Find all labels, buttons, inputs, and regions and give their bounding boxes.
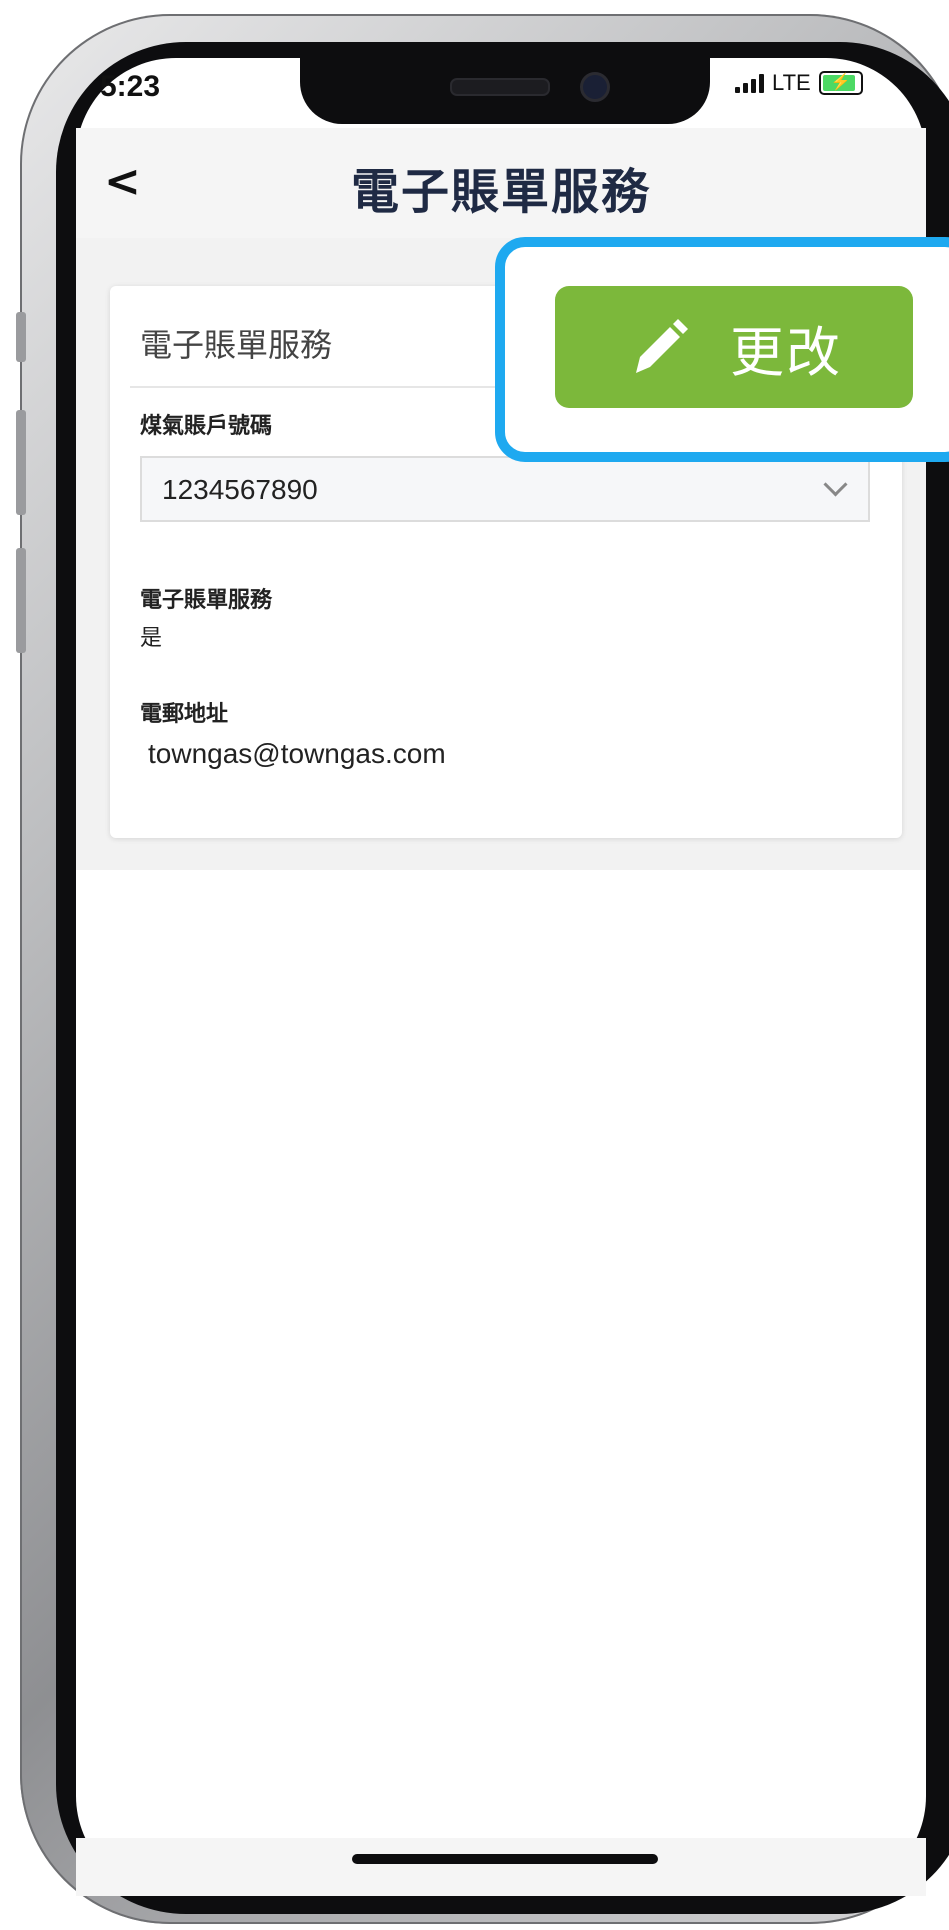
- edit-button-label: 更改: [730, 320, 842, 384]
- chevron-down-icon: [823, 472, 848, 497]
- card-title: 電子賬單服務: [140, 326, 333, 364]
- pencil-icon: [636, 319, 688, 373]
- network-label: LTE: [772, 70, 811, 95]
- account-value: 1234567890: [162, 474, 318, 505]
- page-title: 電子賬單服務: [350, 164, 651, 220]
- front-camera: [580, 72, 610, 102]
- ebill-label: 電子賬單服務: [140, 588, 273, 613]
- notch: [300, 58, 710, 124]
- ebill-value: 是: [140, 626, 163, 651]
- account-select[interactable]: 1234567890: [140, 456, 870, 522]
- volume-up-button: [16, 410, 26, 515]
- bottom-bar: [76, 1838, 926, 1896]
- volume-down-button: [16, 548, 26, 653]
- nav-bar: < 電子賬單服務: [76, 128, 926, 238]
- home-indicator[interactable]: [352, 1854, 658, 1864]
- status-icons: LTE ⚡: [735, 70, 863, 96]
- edit-button[interactable]: 更改: [555, 286, 913, 408]
- status-time: 5:23: [100, 70, 161, 103]
- mute-switch: [16, 312, 26, 362]
- battery-charging-icon: ⚡: [818, 71, 863, 95]
- speaker-grille: [450, 78, 550, 96]
- signal-icon: [735, 73, 764, 93]
- email-value: towngas@towngas.com: [148, 738, 446, 769]
- account-label: 煤氣賬戶號碼: [140, 414, 273, 439]
- email-label: 電郵地址: [140, 702, 229, 727]
